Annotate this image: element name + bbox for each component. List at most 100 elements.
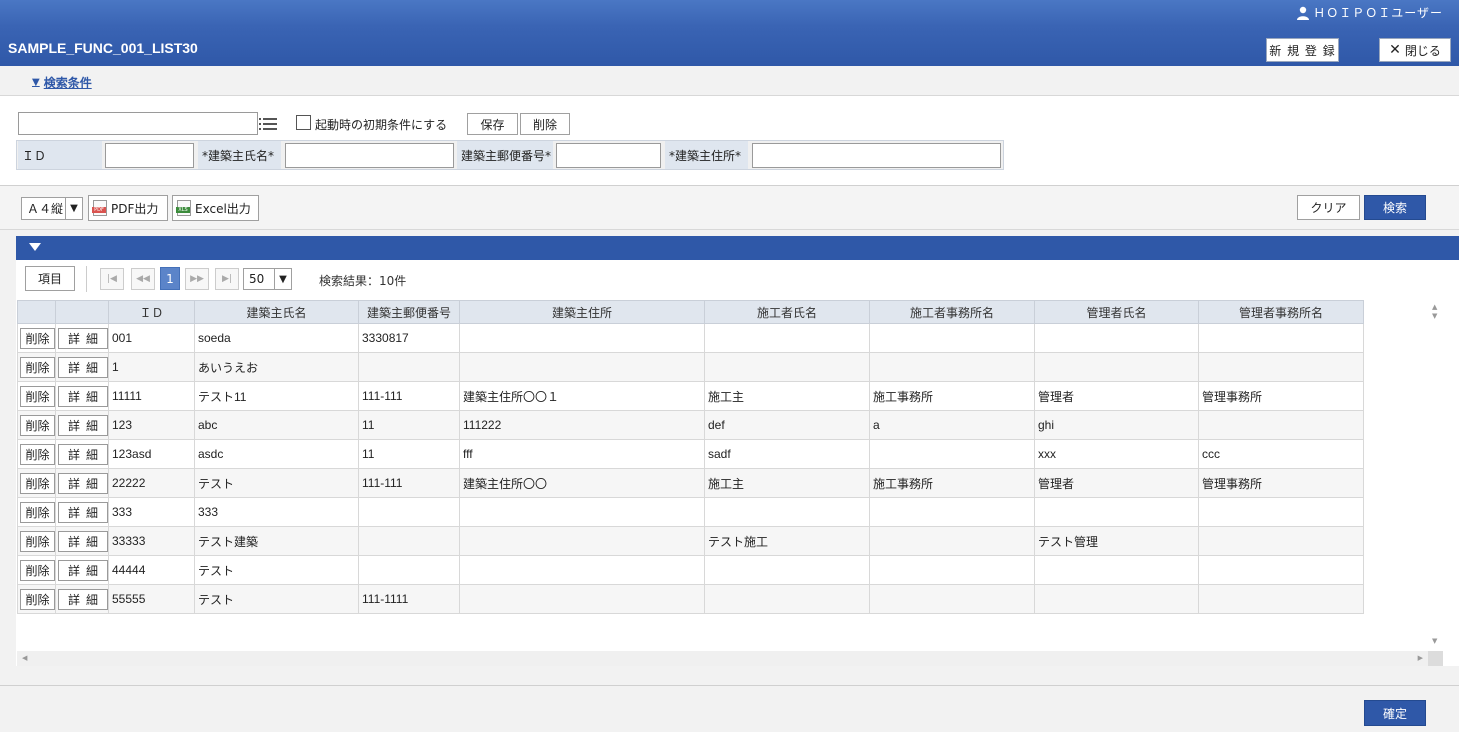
column-header[interactable]: 建築主氏名 bbox=[194, 300, 359, 324]
row-delete-button[interactable]: 削除 bbox=[20, 501, 55, 523]
table-cell: asdc bbox=[194, 439, 359, 469]
column-header[interactable]: 施工者事務所名 bbox=[869, 300, 1035, 324]
last-page-icon[interactable]: ▶| bbox=[215, 268, 239, 290]
column-header[interactable]: 施工者氏名 bbox=[704, 300, 870, 324]
table-cell: 管理者 bbox=[1034, 381, 1199, 411]
paper-size-select[interactable]: Ａ４縦 ▼ bbox=[21, 197, 83, 220]
table-cell: テスト bbox=[194, 555, 359, 585]
table-cell: 55555 bbox=[108, 584, 195, 614]
row-detail-button[interactable]: 詳細 bbox=[58, 588, 108, 610]
default-condition-checkbox[interactable] bbox=[296, 115, 311, 130]
scroll-down-icon[interactable]: ▼ bbox=[1432, 312, 1437, 320]
table-cell: 建築主住所〇〇 bbox=[459, 468, 705, 498]
prev-page-icon[interactable]: ◀◀ bbox=[131, 268, 155, 290]
row-delete-button[interactable]: 削除 bbox=[20, 472, 55, 494]
scroll-left-icon[interactable]: ◀ bbox=[22, 654, 27, 662]
row-delete-button[interactable]: 削除 bbox=[20, 414, 55, 436]
row-delete-button[interactable]: 削除 bbox=[20, 530, 55, 552]
list-icon[interactable] bbox=[259, 114, 280, 134]
row-detail-button[interactable]: 詳細 bbox=[58, 530, 108, 552]
owner-postal-input[interactable] bbox=[556, 143, 661, 168]
table-cell bbox=[459, 555, 705, 585]
table-cell bbox=[358, 352, 460, 382]
table-cell: ccc bbox=[1198, 439, 1364, 469]
row-delete-button[interactable]: 削除 bbox=[20, 327, 55, 349]
row-delete-button[interactable]: 削除 bbox=[20, 588, 55, 610]
column-header[interactable]: ＩＤ bbox=[108, 300, 195, 324]
row-delete-button[interactable]: 削除 bbox=[20, 443, 55, 465]
save-condition-button[interactable]: 保存 bbox=[467, 113, 518, 135]
column-header[interactable]: 管理者氏名 bbox=[1034, 300, 1199, 324]
first-page-icon[interactable]: |◀ bbox=[100, 268, 124, 290]
clear-button[interactable]: クリア bbox=[1297, 195, 1360, 220]
column-items-button[interactable]: 項目 bbox=[25, 266, 75, 291]
next-page-icon[interactable]: ▶▶ bbox=[185, 268, 209, 290]
table-cell: def bbox=[704, 410, 870, 440]
result-count: 検索結果：10件 bbox=[319, 274, 407, 288]
row-detail-button[interactable]: 詳細 bbox=[58, 559, 108, 581]
table-cell bbox=[1034, 352, 1199, 382]
table-cell: abc bbox=[194, 410, 359, 440]
table-cell bbox=[1198, 497, 1364, 527]
row-detail-button[interactable]: 詳細 bbox=[58, 414, 108, 436]
row-delete-button[interactable]: 削除 bbox=[20, 559, 55, 581]
table-cell bbox=[459, 323, 705, 353]
row-detail-button[interactable]: 詳細 bbox=[58, 472, 108, 494]
table-cell: 3330817 bbox=[358, 323, 460, 353]
id-input[interactable] bbox=[105, 143, 194, 168]
pdf-export-button[interactable]: PDF PDF出力 bbox=[88, 195, 168, 221]
owner-address-input[interactable] bbox=[752, 143, 1001, 168]
owner-name-input[interactable] bbox=[285, 143, 454, 168]
scroll-up-icon[interactable]: ▲ bbox=[1432, 303, 1437, 311]
row-detail-button[interactable]: 詳細 bbox=[58, 443, 108, 465]
row-detail-cell: 詳細 bbox=[55, 352, 109, 382]
action-toolbar: Ａ４縦 ▼ PDF PDF出力 XLS Excel出力 クリア 検索 bbox=[0, 186, 1459, 230]
confirm-button[interactable]: 確定 bbox=[1364, 700, 1426, 726]
search-button[interactable]: 検索 bbox=[1364, 195, 1426, 220]
column-header[interactable]: 建築主郵便番号 bbox=[358, 300, 460, 324]
row-delete-button[interactable]: 削除 bbox=[20, 385, 55, 407]
row-detail-button[interactable]: 詳細 bbox=[58, 385, 108, 407]
row-delete-button[interactable]: 削除 bbox=[20, 356, 55, 378]
search-condition-toggle[interactable]: ▼ 検索条件 bbox=[32, 74, 92, 91]
table-cell: ghi bbox=[1034, 410, 1199, 440]
user-menu[interactable]: ＨＯＩＰＯＩユーザー bbox=[1296, 4, 1443, 21]
row-delete-cell: 削除 bbox=[17, 439, 56, 469]
table-cell bbox=[358, 497, 460, 527]
table-cell: テスト管理 bbox=[1034, 526, 1199, 556]
table-body: 削除 詳細 001 soeda 3330817 削除 詳細 1 あいうえお 削除 詳細 11111 テス… bbox=[17, 323, 1364, 614]
row-detail-button[interactable]: 詳細 bbox=[58, 501, 108, 523]
page-size-value: 50 bbox=[249, 272, 265, 286]
page-size-select[interactable]: 50 ▼ bbox=[243, 268, 292, 290]
table-cell: テスト施工 bbox=[704, 526, 870, 556]
close-button[interactable]: ✕ 閉じる bbox=[1379, 38, 1451, 62]
horizontal-scrollbar[interactable]: ◀ ▶ bbox=[17, 651, 1428, 666]
column-header[interactable]: 建築主住所 bbox=[459, 300, 705, 324]
table-cell: 111-111 bbox=[358, 381, 460, 411]
results-collapse-bar[interactable] bbox=[16, 236, 1459, 260]
table-row: 削除 詳細 123 abc 11 111222 def a ghi bbox=[17, 410, 1364, 440]
scroll-bottom-icon[interactable]: ▼ bbox=[1432, 637, 1437, 645]
current-page-button[interactable]: 1 bbox=[160, 267, 180, 290]
table-cell: テスト11 bbox=[194, 381, 359, 411]
table-cell: 111-111 bbox=[358, 468, 460, 498]
preset-condition-input[interactable] bbox=[18, 112, 258, 135]
new-register-button[interactable]: 新 規 登 録 bbox=[1266, 38, 1339, 62]
table-cell: 1 bbox=[108, 352, 195, 382]
column-header bbox=[17, 300, 56, 324]
scroll-right-icon[interactable]: ▶ bbox=[1418, 654, 1423, 662]
table-cell bbox=[358, 526, 460, 556]
table-cell bbox=[869, 584, 1035, 614]
table-cell: 管理事務所 bbox=[1198, 468, 1364, 498]
vertical-scrollbar[interactable]: ▲ ▼ ▼ bbox=[1428, 300, 1443, 650]
table-cell: 33333 bbox=[108, 526, 195, 556]
table-cell bbox=[869, 526, 1035, 556]
column-header[interactable]: 管理者事務所名 bbox=[1198, 300, 1364, 324]
table-cell bbox=[1034, 584, 1199, 614]
delete-condition-button[interactable]: 削除 bbox=[520, 113, 570, 135]
table-cell: 123asd bbox=[108, 439, 195, 469]
row-detail-button[interactable]: 詳細 bbox=[58, 327, 108, 349]
excel-export-button[interactable]: XLS Excel出力 bbox=[172, 195, 259, 221]
table-cell: fff bbox=[459, 439, 705, 469]
row-detail-button[interactable]: 詳細 bbox=[58, 356, 108, 378]
